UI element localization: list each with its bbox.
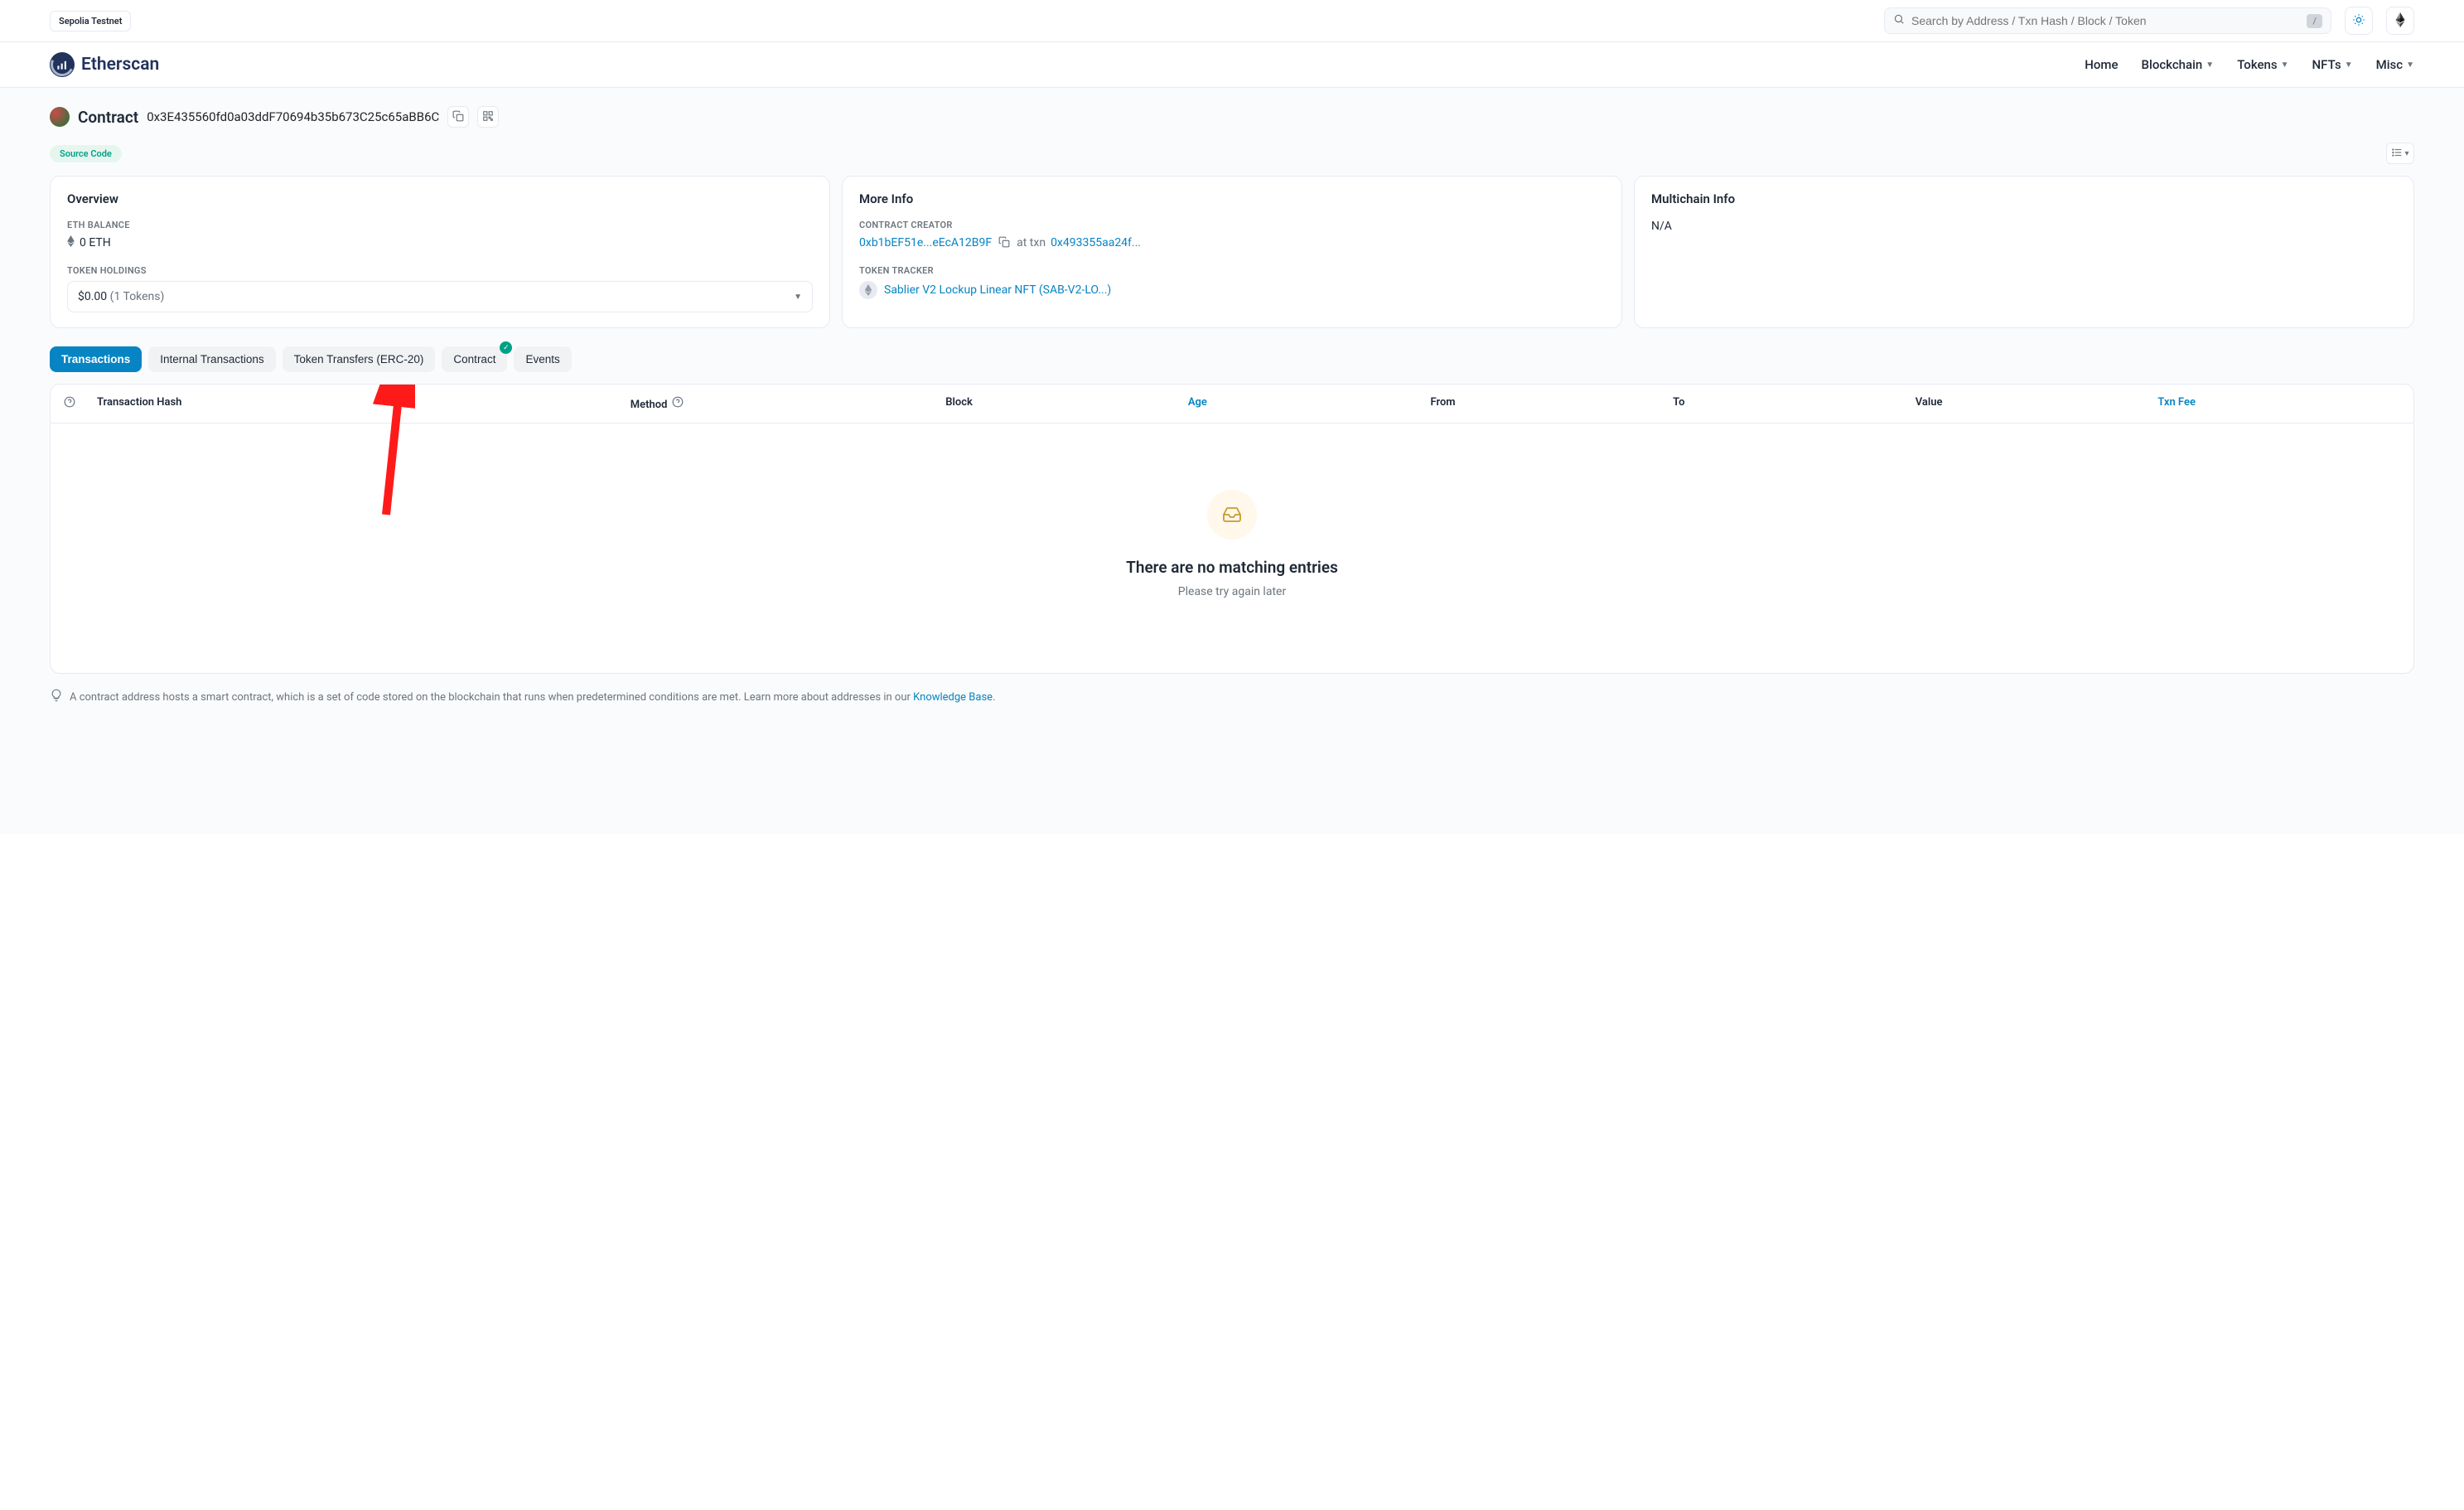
tab-token-transfers[interactable]: Token Transfers (ERC-20)	[283, 346, 436, 372]
search-bar[interactable]: /	[1884, 7, 2331, 34]
copy-creator-button[interactable]	[997, 235, 1012, 250]
brand-logo[interactable]: Etherscan	[50, 52, 159, 77]
eth-balance-label: ETH BALANCE	[67, 220, 813, 230]
nav-home[interactable]: Home	[2085, 57, 2118, 72]
at-txn-label: at txn	[1017, 236, 1046, 249]
tab-events[interactable]: Events	[514, 346, 571, 372]
col-value: Value	[1916, 396, 2158, 411]
eth-balance-value: 0 ETH	[80, 236, 111, 249]
contract-creator-label: CONTRACT CREATOR	[859, 220, 1605, 230]
col-block: Block	[945, 396, 1188, 411]
theme-toggle-button[interactable]	[2345, 7, 2373, 35]
token-holdings-count: (1 Tokens)	[110, 290, 165, 303]
more-info-title: More Info	[859, 191, 1605, 206]
creator-txn-link[interactable]: 0x493355aa24f...	[1051, 236, 1141, 249]
col-to: To	[1673, 396, 1916, 411]
qr-icon	[482, 110, 494, 124]
network-badge[interactable]: Sepolia Testnet	[50, 11, 131, 31]
search-icon	[1893, 13, 1905, 28]
token-placeholder-icon	[859, 281, 877, 299]
lightbulb-icon	[50, 689, 63, 705]
view-options-button[interactable]: ▾	[2386, 143, 2414, 164]
inbox-empty-icon	[1207, 490, 1257, 540]
nav-blockchain[interactable]: Blockchain▼	[2142, 57, 2215, 72]
empty-state-subtitle: Please try again later	[67, 585, 2397, 598]
sun-icon	[2352, 13, 2365, 29]
search-shortcut-key: /	[2307, 14, 2322, 28]
chevron-down-icon: ▼	[2206, 60, 2214, 70]
copy-icon	[998, 236, 1010, 250]
col-txn-hash: Transaction Hash	[97, 396, 630, 411]
chevron-down-icon: ▾	[2404, 149, 2408, 158]
tab-transactions[interactable]: Transactions	[50, 346, 142, 372]
help-icon[interactable]	[672, 399, 684, 411]
chevron-down-icon: ▼	[2345, 60, 2353, 70]
ethereum-icon	[2395, 12, 2405, 30]
col-age[interactable]: Age	[1188, 396, 1431, 411]
chevron-down-icon: ▼	[2281, 60, 2289, 70]
nav-tokens[interactable]: Tokens▼	[2237, 57, 2288, 72]
token-holdings-value: $0.00	[78, 290, 107, 303]
nav-nfts[interactable]: NFTs▼	[2312, 57, 2353, 72]
tab-contract[interactable]: Contract ✓	[442, 346, 507, 372]
address-blockie-icon	[50, 107, 70, 127]
etherscan-logo-icon	[50, 52, 75, 77]
multichain-value: N/A	[1651, 220, 2397, 233]
contract-address: 0x3E435560fd0a03ddF70694b35b673C25c65aBB…	[147, 109, 439, 124]
token-tracker-label: TOKEN TRACKER	[859, 265, 1605, 276]
copy-icon	[452, 110, 464, 124]
brand-name: Etherscan	[81, 55, 159, 75]
col-txn-fee[interactable]: Txn Fee	[2157, 396, 2400, 411]
contract-creator-link[interactable]: 0xb1bEF51e...eEcA12B9F	[859, 236, 992, 249]
token-holdings-dropdown[interactable]: $0.00 (1 Tokens) ▼	[67, 281, 813, 312]
col-help-icon[interactable]	[64, 396, 97, 411]
col-method: Method	[630, 396, 945, 411]
list-icon	[2391, 147, 2403, 161]
page-title: Contract	[78, 108, 138, 127]
tip-text: A contract address hosts a smart contrac…	[70, 691, 913, 704]
search-input[interactable]	[1911, 14, 2300, 27]
tab-internal-transactions[interactable]: Internal Transactions	[148, 346, 275, 372]
eth-network-button[interactable]	[2386, 7, 2414, 35]
qr-code-button[interactable]	[477, 106, 499, 128]
token-tracker-link[interactable]: Sablier V2 Lockup Linear NFT (SAB-V2-LO.…	[884, 283, 1111, 297]
multichain-title: Multichain Info	[1651, 191, 2397, 206]
source-code-chip[interactable]: Source Code	[50, 145, 122, 162]
overview-title: Overview	[67, 191, 813, 206]
more-info-card: More Info CONTRACT CREATOR 0xb1bEF51e...…	[842, 176, 1622, 328]
chevron-down-icon: ▼	[2406, 60, 2414, 70]
transactions-table: Transaction Hash Method Block Age From T…	[50, 384, 2414, 674]
info-tip: A contract address hosts a smart contrac…	[50, 689, 2414, 705]
multichain-card: Multichain Info N/A	[1634, 176, 2414, 328]
col-from: From	[1430, 396, 1673, 411]
verified-check-icon: ✓	[500, 341, 512, 354]
nav-misc[interactable]: Misc▼	[2376, 57, 2414, 72]
copy-address-button[interactable]	[447, 106, 469, 128]
knowledge-base-link[interactable]: Knowledge Base	[913, 691, 993, 704]
chevron-down-icon: ▼	[794, 293, 802, 302]
ethereum-icon	[67, 235, 75, 250]
empty-state-title: There are no matching entries	[67, 558, 2397, 577]
token-holdings-label: TOKEN HOLDINGS	[67, 265, 813, 276]
overview-card: Overview ETH BALANCE 0 ETH TOKEN HOLDING…	[50, 176, 830, 328]
